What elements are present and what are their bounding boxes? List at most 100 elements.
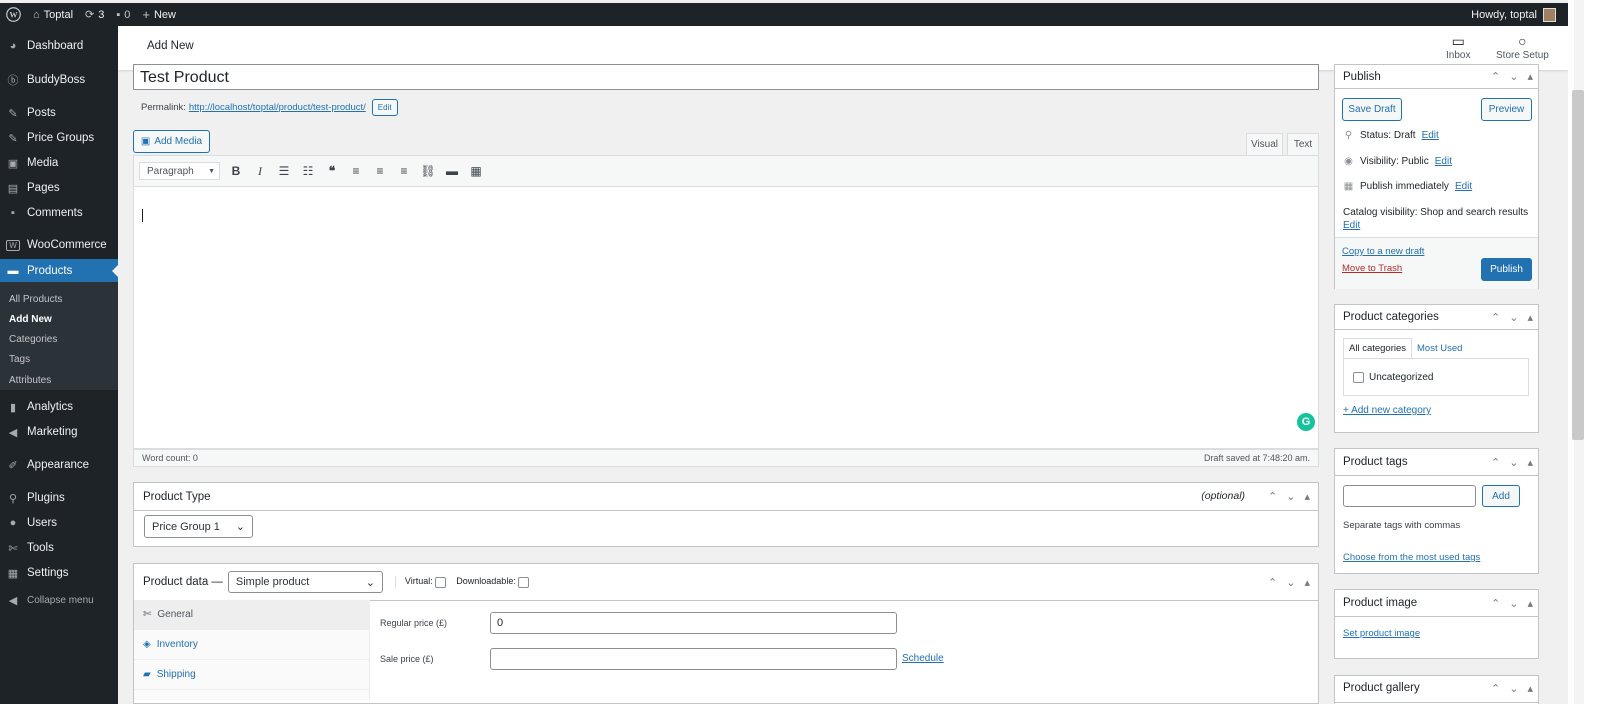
tab-visual[interactable]: Visual: [1246, 133, 1283, 156]
add-tag-button[interactable]: Add: [1482, 485, 1520, 507]
chevron-down-icon[interactable]: ⌄: [1286, 576, 1295, 589]
new-content-menu[interactable]: + New: [136, 3, 182, 26]
virtual-option[interactable]: Virtual:: [394, 576, 447, 588]
sidebar-item-woocommerce[interactable]: W WooCommerce: [0, 233, 118, 257]
blockquote-icon[interactable]: ❝: [320, 160, 344, 182]
scrollbar-thumb[interactable]: [1572, 90, 1584, 440]
sidebar-item-tools[interactable]: ✄ Tools: [0, 536, 118, 560]
category-item[interactable]: Uncategorized: [1353, 372, 1433, 383]
chevron-up-icon[interactable]: ⌃: [1491, 311, 1500, 324]
permalink-edit-button[interactable]: Edit: [371, 99, 398, 116]
sidebar-item-users[interactable]: ● Users: [0, 511, 118, 535]
toggle-panel-icon[interactable]: ▴: [1304, 490, 1310, 503]
bold-icon[interactable]: B: [224, 160, 248, 182]
chevron-up-icon[interactable]: ⌃: [1268, 490, 1277, 503]
sidebar-item-settings[interactable]: ▦ Settings: [0, 561, 118, 585]
schedule-link[interactable]: Schedule: [902, 653, 944, 664]
chevron-down-icon[interactable]: ⌄: [1509, 597, 1518, 610]
format-select[interactable]: Paragraph ▼: [139, 162, 220, 180]
wp-logo-menu[interactable]: W: [0, 3, 27, 26]
toggle-panel-icon[interactable]: ▴: [1527, 311, 1533, 324]
collapse-menu-button[interactable]: ◀ Collapse menu: [0, 588, 118, 612]
permalink-link[interactable]: http://localhost/toptal/product/test-pro…: [189, 102, 366, 113]
grammarly-icon[interactable]: G: [1297, 413, 1315, 431]
sidebar-item-analytics[interactable]: ▮ Analytics: [0, 395, 118, 419]
choose-tags-link[interactable]: Choose from the most used tags: [1343, 552, 1480, 563]
site-name-menu[interactable]: ⌂ Toptal: [27, 3, 79, 26]
sidebar-item-posts[interactable]: ✎ Posts: [0, 101, 118, 125]
sidebar-item-products[interactable]: ▬ Products: [0, 259, 118, 283]
bullet-list-icon[interactable]: ☰: [272, 160, 296, 182]
sidebar-item-appearance[interactable]: ✐ Appearance: [0, 453, 118, 477]
link-icon[interactable]: ⛓: [416, 160, 440, 182]
sidebar-item-plugins[interactable]: ⚲ Plugins: [0, 486, 118, 510]
submenu-all-products[interactable]: All Products: [9, 294, 62, 305]
store-setup-button[interactable]: ○ Store Setup: [1496, 32, 1549, 61]
toggle-panel-icon[interactable]: ▴: [1527, 70, 1533, 83]
sidebar-item-pages[interactable]: ▤ Pages: [0, 176, 118, 200]
visibility-edit-link[interactable]: Edit: [1435, 156, 1452, 167]
chevron-up-icon[interactable]: ⌃: [1491, 597, 1500, 610]
comments-menu[interactable]: ▪ 0: [110, 3, 136, 26]
publish-time-edit-link[interactable]: Edit: [1455, 181, 1472, 192]
chevron-down-icon[interactable]: ⌄: [1286, 490, 1295, 503]
chevron-up-icon[interactable]: ⌃: [1268, 576, 1277, 589]
updates-menu[interactable]: ⟳ 3: [79, 3, 110, 26]
submenu-tags[interactable]: Tags: [9, 354, 30, 365]
downloadable-option[interactable]: Downloadable:: [456, 576, 530, 588]
set-product-image-link[interactable]: Set product image: [1343, 628, 1420, 639]
chevron-down-icon[interactable]: ⌄: [1509, 311, 1518, 324]
chevron-up-icon[interactable]: ⌃: [1491, 456, 1500, 469]
tab-general[interactable]: ✄ General: [134, 600, 369, 630]
chevron-down-icon[interactable]: ⌄: [1509, 456, 1518, 469]
sidebar-item-buddyboss[interactable]: ⓑ BuddyBoss: [0, 68, 118, 92]
submenu-attributes[interactable]: Attributes: [9, 375, 51, 386]
tab-text[interactable]: Text: [1287, 133, 1319, 156]
preview-button[interactable]: Preview: [1481, 98, 1532, 121]
inbox-button[interactable]: ▭ Inbox: [1446, 32, 1470, 61]
align-left-icon[interactable]: ≡: [344, 160, 368, 182]
tag-input[interactable]: [1343, 485, 1476, 507]
catalog-visibility-edit-link[interactable]: Edit: [1343, 220, 1360, 231]
sidebar-item-dashboard[interactable]: ◕ Dashboard: [0, 34, 118, 58]
align-center-icon[interactable]: ≡: [368, 160, 392, 182]
content-editor[interactable]: G: [133, 187, 1319, 449]
numbered-list-icon[interactable]: ☷: [296, 160, 320, 182]
move-to-trash-link[interactable]: Move to Trash: [1342, 263, 1402, 274]
publish-button[interactable]: Publish: [1481, 258, 1532, 281]
copy-to-draft-link[interactable]: Copy to a new draft: [1342, 246, 1424, 257]
chevron-up-icon[interactable]: ⌃: [1491, 70, 1500, 83]
toggle-panel-icon[interactable]: ▴: [1304, 576, 1310, 589]
italic-icon[interactable]: I: [248, 160, 272, 182]
product-type-dropdown[interactable]: Simple product ⌄: [227, 571, 383, 593]
page-scrollbar[interactable]: [1568, 0, 1597, 704]
product-type-select[interactable]: Price Group 1 ⌄: [144, 515, 253, 538]
add-new-category-link[interactable]: + Add new category: [1343, 405, 1431, 416]
regular-price-input[interactable]: 0: [490, 612, 897, 634]
read-more-icon[interactable]: ▬: [440, 160, 464, 182]
chevron-down-icon[interactable]: ⌄: [1509, 682, 1518, 695]
my-account-menu[interactable]: Howdy, toptal: [1465, 3, 1568, 26]
toggle-panel-icon[interactable]: ▴: [1527, 597, 1533, 610]
sidebar-item-price-groups[interactable]: ✎ Price Groups: [0, 126, 118, 150]
downloadable-checkbox[interactable]: [518, 576, 530, 588]
chevron-down-icon[interactable]: ⌄: [1509, 70, 1518, 83]
tab-shipping[interactable]: ▰ Shipping: [134, 660, 369, 690]
virtual-checkbox[interactable]: [435, 576, 447, 588]
sidebar-item-marketing[interactable]: ◀ Marketing: [0, 420, 118, 444]
product-title-input[interactable]: Test Product: [133, 64, 1319, 90]
sale-price-input[interactable]: [490, 648, 897, 670]
toolbar-toggle-icon[interactable]: ▦: [464, 160, 488, 182]
sidebar-item-comments[interactable]: ▪ Comments: [0, 201, 118, 225]
toggle-panel-icon[interactable]: ▴: [1527, 456, 1533, 469]
chevron-up-icon[interactable]: ⌃: [1491, 682, 1500, 695]
add-media-button[interactable]: ▣ Add Media: [133, 130, 210, 153]
category-checkbox[interactable]: [1353, 372, 1364, 383]
toggle-panel-icon[interactable]: ▴: [1527, 682, 1533, 695]
align-right-icon[interactable]: ≡: [392, 160, 416, 182]
tab-inventory[interactable]: ◈ Inventory: [134, 630, 369, 660]
tab-all-categories[interactable]: All categories: [1343, 338, 1413, 358]
submenu-categories[interactable]: Categories: [9, 334, 57, 345]
status-edit-link[interactable]: Edit: [1422, 130, 1439, 141]
save-draft-button[interactable]: Save Draft: [1342, 98, 1402, 121]
